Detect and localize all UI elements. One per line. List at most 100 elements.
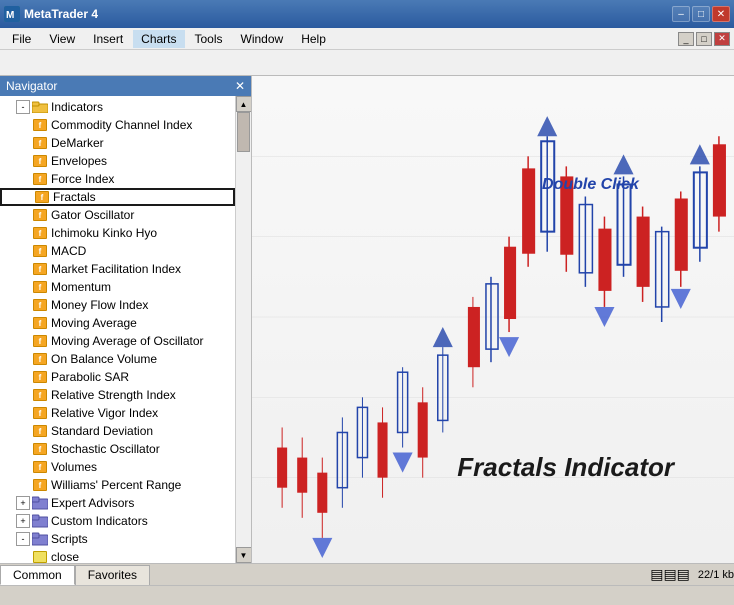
tree-item-ichimoku[interactable]: f Ichimoku Kinko Hyo xyxy=(0,224,235,242)
indicator-icon-mfi: f xyxy=(32,262,48,276)
title-bar-left: M MetaTrader 4 xyxy=(4,6,98,22)
moneyflow-label: Money Flow Index xyxy=(51,298,148,312)
menu-window[interactable]: Window xyxy=(233,30,292,48)
tree-item-obv[interactable]: f On Balance Volume xyxy=(0,350,235,368)
tree-item-envelopes[interactable]: f Envelopes xyxy=(0,152,235,170)
scroll-up-button[interactable]: ▲ xyxy=(236,96,252,112)
expand-scripts[interactable]: - xyxy=(16,532,30,546)
psar-label: Parabolic SAR xyxy=(51,370,129,384)
app-icon: M xyxy=(4,6,20,22)
indicator-icon-cci: f xyxy=(32,118,48,132)
tree-item-stddev[interactable]: f Standard Deviation xyxy=(0,422,235,440)
maximize-button[interactable]: □ xyxy=(692,6,710,22)
tree-item-ea[interactable]: + Expert Advisors xyxy=(0,494,235,512)
mwc-minimize[interactable]: _ xyxy=(678,32,694,46)
ea-label: Expert Advisors xyxy=(51,496,134,510)
indicator-icon-force: f xyxy=(32,172,48,186)
navigator-close-button[interactable]: ✕ xyxy=(235,79,245,93)
tree-item-moneyflow[interactable]: f Money Flow Index xyxy=(0,296,235,314)
tree-item-mao[interactable]: f Moving Average of Oscillator xyxy=(0,332,235,350)
stoch-label: Stochastic Oscillator xyxy=(51,442,160,456)
tree-item-psar[interactable]: f Parabolic SAR xyxy=(0,368,235,386)
tree-item-scripts[interactable]: - Scripts xyxy=(0,530,235,548)
indicator-icon-obv: f xyxy=(32,352,48,366)
title-bar: M MetaTrader 4 – □ ✕ xyxy=(0,0,734,28)
chart-area: Double Click Fractals Indicator xyxy=(252,76,734,563)
momentum-label: Momentum xyxy=(51,280,111,294)
minimize-button[interactable]: – xyxy=(672,6,690,22)
scrollbar-thumb[interactable] xyxy=(237,112,250,152)
tree-item-gator[interactable]: f Gator Oscillator xyxy=(0,206,235,224)
menu-file[interactable]: File xyxy=(4,30,39,48)
indicator-icon-rvi: f xyxy=(32,406,48,420)
wpr-label: Williams' Percent Range xyxy=(51,478,181,492)
indicator-icon-volumes: f xyxy=(32,460,48,474)
force-label: Force Index xyxy=(51,172,114,186)
tree-item-rvi[interactable]: f Relative Vigor Index xyxy=(0,404,235,422)
navigator-header: Navigator ✕ xyxy=(0,76,251,96)
mao-label: Moving Average of Oscillator xyxy=(51,334,204,348)
tree-item-close[interactable]: close xyxy=(0,548,235,563)
tree-item-ci[interactable]: + Custom Indicators xyxy=(0,512,235,530)
tab-common[interactable]: Common xyxy=(0,565,75,585)
navigator-title: Navigator xyxy=(6,79,57,93)
tree-item-force[interactable]: f Force Index xyxy=(0,170,235,188)
rvi-label: Relative Vigor Index xyxy=(51,406,158,420)
close-button[interactable]: ✕ xyxy=(712,6,730,22)
indicators-section[interactable]: - Indicators xyxy=(0,98,235,116)
mfi-label: Market Facilitation Index xyxy=(51,262,181,276)
stddev-label: Standard Deviation xyxy=(51,424,153,438)
chart-svg xyxy=(252,76,734,563)
menu-view[interactable]: View xyxy=(41,30,83,48)
indicator-icon-envelopes: f xyxy=(32,154,48,168)
macd-label: MACD xyxy=(51,244,86,258)
main-area: Navigator ✕ - Indicators f xyxy=(0,76,734,563)
menu-help[interactable]: Help xyxy=(293,30,334,48)
ci-folder-icon xyxy=(32,514,48,528)
expand-icon[interactable]: - xyxy=(16,100,30,114)
tree-item-demarker[interactable]: f DeMarker xyxy=(0,134,235,152)
tree-item-momentum[interactable]: f Momentum xyxy=(0,278,235,296)
tree-item-macd[interactable]: f MACD xyxy=(0,242,235,260)
tree-scrollbar: ▲ ▼ xyxy=(235,96,251,563)
tree-item-volumes[interactable]: f Volumes xyxy=(0,458,235,476)
tree-item-fractals[interactable]: f Fractals xyxy=(0,188,235,206)
fractals-label: Fractals xyxy=(53,190,96,204)
expand-ea[interactable]: + xyxy=(16,496,30,510)
folder-icon xyxy=(32,100,48,114)
indicator-icon-demarker: f xyxy=(32,136,48,150)
indicator-icon-macd: f xyxy=(32,244,48,258)
expand-ci[interactable]: + xyxy=(16,514,30,528)
menu-insert[interactable]: Insert xyxy=(85,30,131,48)
tree-item-stoch[interactable]: f Stochastic Oscillator xyxy=(0,440,235,458)
tree-item-ma[interactable]: f Moving Average xyxy=(0,314,235,332)
indicator-icon-ichimoku: f xyxy=(32,226,48,240)
menu-charts[interactable]: Charts xyxy=(133,30,184,48)
mwc-restore[interactable]: □ xyxy=(696,32,712,46)
envelopes-label: Envelopes xyxy=(51,154,107,168)
tree-list: - Indicators f Commodity Channel Index xyxy=(0,96,235,563)
ci-label: Custom Indicators xyxy=(51,514,148,528)
tree-item-mfi[interactable]: f Market Facilitation Index xyxy=(0,260,235,278)
status-bar xyxy=(0,585,734,605)
indicator-icon-wpr: f xyxy=(32,478,48,492)
gator-label: Gator Oscillator xyxy=(51,208,134,222)
navigator-content: - Indicators f Commodity Channel Index xyxy=(0,96,251,563)
menu-tools[interactable]: Tools xyxy=(187,30,231,48)
script-icon-close xyxy=(32,550,48,563)
tree-item-cci[interactable]: f Commodity Channel Index xyxy=(0,116,235,134)
indicator-icon-fractals: f xyxy=(34,190,50,204)
mwc-close[interactable]: ✕ xyxy=(714,32,730,46)
tree-item-wpr[interactable]: f Williams' Percent Range xyxy=(0,476,235,494)
svg-text:M: M xyxy=(6,10,14,21)
cci-label: Commodity Channel Index xyxy=(51,118,192,132)
tab-favorites[interactable]: Favorites xyxy=(75,565,150,585)
navigator-panel: Navigator ✕ - Indicators f xyxy=(0,76,252,563)
tree-item-rsi[interactable]: f Relative Strength Index xyxy=(0,386,235,404)
double-click-label: Double Click xyxy=(542,176,639,194)
indicator-icon-stoch: f xyxy=(32,442,48,456)
menu-bar: File View Insert Charts Tools Window Hel… xyxy=(0,28,734,50)
close-script-label: close xyxy=(51,550,79,563)
menu-window-controls: _ □ ✕ xyxy=(678,32,730,46)
scroll-down-button[interactable]: ▼ xyxy=(236,547,252,563)
